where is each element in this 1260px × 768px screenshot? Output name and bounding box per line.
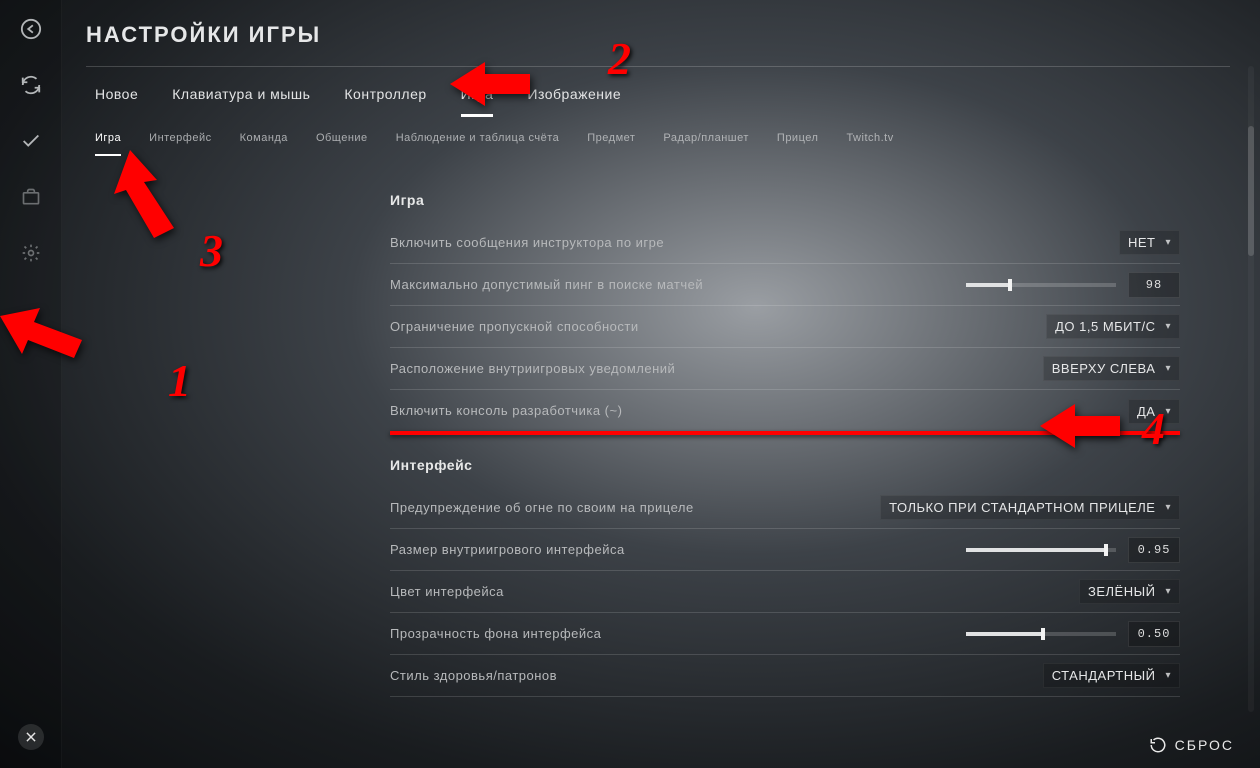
subtab-item[interactable]: Предмет [587, 128, 635, 156]
chevron-down-icon: ▾ [1165, 237, 1171, 248]
dropdown-notif-pos[interactable]: ВВЕРХУ СЛЕВА▾ [1043, 356, 1180, 381]
section-title-interface: Интерфейс [390, 457, 1180, 473]
chevron-down-icon: ▾ [1165, 406, 1171, 417]
setting-label: Стиль здоровья/патронов [390, 667, 557, 685]
setting-label: Расположение внутриигровых уведомлений [390, 360, 675, 378]
subtab-spectate[interactable]: Наблюдение и таблица счёта [396, 128, 560, 156]
row-notif-pos: Расположение внутриигровых уведомлений В… [390, 348, 1180, 390]
subtab-team[interactable]: Команда [240, 128, 288, 156]
subtab-game[interactable]: Игра [95, 128, 121, 156]
row-ff-warning: Предупреждение об огне по своим на прице… [390, 487, 1180, 529]
dropdown-health-style[interactable]: СТАНДАРТНЫЙ▾ [1043, 663, 1180, 688]
subtab-twitch[interactable]: Twitch.tv [846, 128, 893, 156]
dropdown-hud-color[interactable]: ЗЕЛЁНЫЙ▾ [1079, 579, 1180, 604]
row-instructor-messages: Включить сообщения инструктора по игре Н… [390, 222, 1180, 264]
scrollbar[interactable] [1248, 66, 1254, 712]
dropdown-ff-warning[interactable]: ТОЛЬКО ПРИ СТАНДАРТНОМ ПРИЦЕЛЕ▾ [880, 495, 1180, 520]
chevron-down-icon: ▾ [1165, 502, 1171, 513]
reset-button[interactable]: СБРОС [1149, 736, 1234, 754]
setting-label: Включить консоль разработчика (~) [390, 402, 622, 420]
dropdown-instructor[interactable]: НЕТ▾ [1119, 230, 1180, 255]
tab-game[interactable]: Игра [461, 80, 494, 117]
setting-label: Размер внутриигрового интерфейса [390, 541, 625, 559]
value-hud-scale[interactable]: 0.95 [1128, 537, 1180, 563]
setting-label: Максимально допустимый пинг в поиске мат… [390, 276, 703, 294]
annotation-underline [390, 431, 1180, 435]
setting-label: Цвет интерфейса [390, 583, 504, 601]
chevron-down-icon: ▾ [1165, 670, 1171, 681]
row-dev-console: Включить консоль разработчика (~) ДА▾ [390, 390, 1180, 432]
tab-controller[interactable]: Контроллер [344, 80, 426, 117]
settings-body: Игра Включить сообщения инструктора по и… [390, 178, 1180, 697]
row-max-ping: Максимально допустимый пинг в поиске мат… [390, 264, 1180, 306]
row-health-style: Стиль здоровья/патронов СТАНДАРТНЫЙ▾ [390, 655, 1180, 697]
left-sidebar [0, 0, 62, 768]
tab-keyboard[interactable]: Клавиатура и мышь [172, 80, 310, 117]
chevron-down-icon: ▾ [1165, 586, 1171, 597]
reset-label: СБРОС [1175, 737, 1234, 753]
value-bg-alpha[interactable]: 0.50 [1128, 621, 1180, 647]
slider-max-ping[interactable] [966, 283, 1116, 287]
gear-icon[interactable] [18, 240, 44, 266]
subtab-radar[interactable]: Радар/планшет [663, 128, 748, 156]
setting-label: Прозрачность фона интерфейса [390, 625, 601, 643]
divider [86, 66, 1230, 67]
tab-video[interactable]: Изображение [527, 80, 621, 117]
slider-bg-alpha[interactable] [966, 632, 1116, 636]
slider-hud-scale[interactable] [966, 548, 1116, 552]
annotation-number-2: 2 [608, 32, 632, 85]
subtab-crosshair[interactable]: Прицел [777, 128, 819, 156]
value-max-ping[interactable]: 98 [1128, 272, 1180, 298]
dropdown-bandwidth[interactable]: ДО 1,5 МБИТ/С▾ [1046, 314, 1180, 339]
annotation-number-3: 3 [200, 224, 224, 277]
setting-label: Ограничение пропускной способности [390, 318, 639, 336]
row-bandwidth: Ограничение пропускной способности ДО 1,… [390, 306, 1180, 348]
refresh-icon[interactable] [18, 72, 44, 98]
page-title: НАСТРОЙКИ ИГРЫ [86, 22, 321, 48]
primary-tabs: Новое Клавиатура и мышь Контроллер Игра … [95, 80, 621, 117]
chevron-down-icon: ▾ [1165, 363, 1171, 374]
secondary-tabs: Игра Интерфейс Команда Общение Наблюдени… [95, 128, 894, 156]
subtab-communication[interactable]: Общение [316, 128, 368, 156]
dropdown-dev-console[interactable]: ДА▾ [1128, 399, 1180, 424]
close-button[interactable] [18, 724, 44, 750]
tab-new[interactable]: Новое [95, 80, 138, 117]
annotation-number-1: 1 [168, 354, 192, 407]
inventory-icon[interactable] [18, 184, 44, 210]
row-hud-color: Цвет интерфейса ЗЕЛЁНЫЙ▾ [390, 571, 1180, 613]
chevron-down-icon: ▾ [1165, 321, 1171, 332]
subtab-interface[interactable]: Интерфейс [149, 128, 211, 156]
setting-label: Предупреждение об огне по своим на прице… [390, 499, 694, 517]
section-title-game: Игра [390, 192, 1180, 208]
row-bg-alpha: Прозрачность фона интерфейса 0.50 [390, 613, 1180, 655]
row-hud-scale: Размер внутриигрового интерфейса 0.95 [390, 529, 1180, 571]
setting-label: Включить сообщения инструктора по игре [390, 234, 664, 252]
annotation-arrow-3 [112, 150, 192, 240]
check-icon[interactable] [18, 128, 44, 154]
back-icon[interactable] [18, 16, 44, 42]
